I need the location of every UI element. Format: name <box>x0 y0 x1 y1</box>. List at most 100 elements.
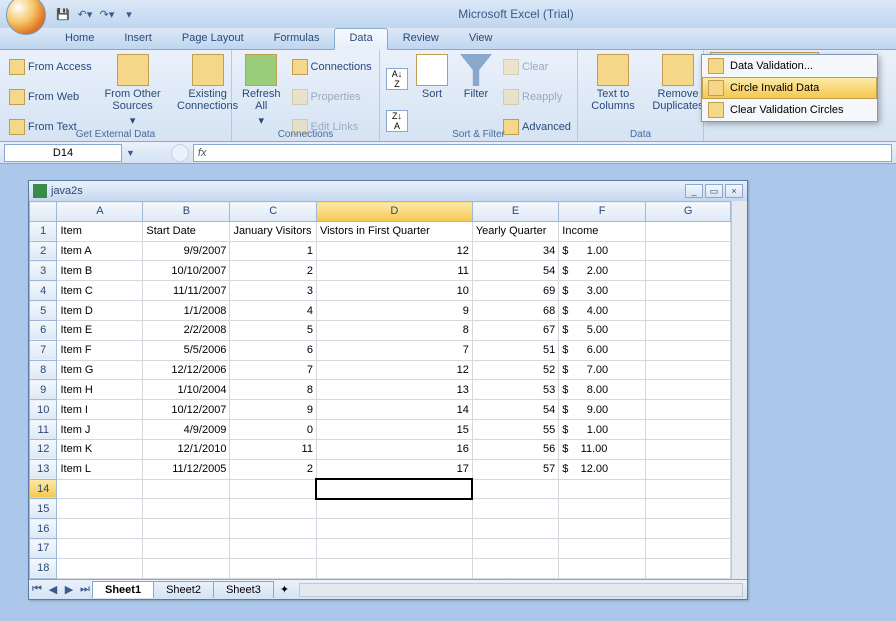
cell-F10[interactable]: $ 9.00 <box>559 400 646 420</box>
name-box-dropdown-icon[interactable]: ▼ <box>126 148 135 158</box>
close-button[interactable]: × <box>725 184 743 198</box>
connections-button[interactable]: Connections <box>289 58 375 76</box>
sheet-tab-2[interactable]: Sheet2 <box>153 581 214 598</box>
cell-F17[interactable] <box>559 539 646 559</box>
cell-D17[interactable] <box>316 539 472 559</box>
cell-B10[interactable]: 10/12/2007 <box>143 400 230 420</box>
minimize-button[interactable]: _ <box>685 184 703 198</box>
cell-C8[interactable]: 7 <box>230 360 317 380</box>
cell-D12[interactable]: 16 <box>316 439 472 459</box>
cell-B15[interactable] <box>143 499 230 519</box>
cell-G4[interactable] <box>646 281 731 301</box>
cell-A16[interactable] <box>57 519 143 539</box>
cell-A7[interactable]: Item F <box>57 340 143 360</box>
cell-G17[interactable] <box>646 539 731 559</box>
cell-B7[interactable]: 5/5/2006 <box>143 340 230 360</box>
cell-G6[interactable] <box>646 320 731 340</box>
cell-G11[interactable] <box>646 420 731 440</box>
cell-B17[interactable] <box>143 539 230 559</box>
refresh-all-button[interactable]: Refresh All▾ <box>238 52 285 141</box>
cell-E1[interactable]: Yearly Quarter <box>472 221 558 241</box>
cell-D9[interactable]: 13 <box>316 380 472 400</box>
cell-G14[interactable] <box>646 479 731 499</box>
cell-D2[interactable]: 12 <box>316 241 472 261</box>
cell-E9[interactable]: 53 <box>472 380 558 400</box>
cell-C13[interactable]: 2 <box>230 459 317 479</box>
cell-C6[interactable]: 5 <box>230 320 317 340</box>
cell-G8[interactable] <box>646 360 731 380</box>
col-header-D[interactable]: D <box>316 202 472 222</box>
vertical-scrollbar[interactable] <box>731 201 747 579</box>
row-header-9[interactable]: 9 <box>30 380 57 400</box>
cell-G2[interactable] <box>646 241 731 261</box>
col-header-A[interactable]: A <box>57 202 143 222</box>
cell-A11[interactable]: Item J <box>57 420 143 440</box>
cell-A12[interactable]: Item K <box>57 439 143 459</box>
cell-C9[interactable]: 8 <box>230 380 317 400</box>
row-header-14[interactable]: 14 <box>30 479 57 499</box>
cell-G12[interactable] <box>646 439 731 459</box>
cell-F3[interactable]: $ 2.00 <box>559 261 646 281</box>
cell-F15[interactable] <box>559 499 646 519</box>
row-header-16[interactable]: 16 <box>30 519 57 539</box>
cell-A17[interactable] <box>57 539 143 559</box>
cell-B16[interactable] <box>143 519 230 539</box>
cell-G10[interactable] <box>646 400 731 420</box>
cell-D16[interactable] <box>316 519 472 539</box>
cell-C16[interactable] <box>230 519 317 539</box>
cell-E7[interactable]: 51 <box>472 340 558 360</box>
cell-B4[interactable]: 11/11/2007 <box>143 281 230 301</box>
sheet-tab-1[interactable]: Sheet1 <box>92 581 154 598</box>
cell-B14[interactable] <box>143 479 230 499</box>
select-all-cell[interactable] <box>30 202 57 222</box>
sheet-nav-last[interactable]: ⏭ <box>77 583 93 596</box>
cell-F12[interactable]: $ 11.00 <box>559 439 646 459</box>
properties-button[interactable]: Properties <box>289 88 375 106</box>
cell-D3[interactable]: 11 <box>316 261 472 281</box>
formula-bar[interactable]: fx <box>193 144 892 162</box>
cell-C18[interactable] <box>230 558 317 578</box>
row-header-5[interactable]: 5 <box>30 301 57 321</box>
cell-C4[interactable]: 3 <box>230 281 317 301</box>
name-box[interactable] <box>4 144 122 162</box>
col-header-E[interactable]: E <box>472 202 558 222</box>
cell-D5[interactable]: 9 <box>316 301 472 321</box>
cell-B18[interactable] <box>143 558 230 578</box>
cell-E16[interactable] <box>472 519 558 539</box>
cell-B1[interactable]: Start Date <box>143 221 230 241</box>
cell-A5[interactable]: Item D <box>57 301 143 321</box>
row-header-11[interactable]: 11 <box>30 420 57 440</box>
cell-C17[interactable] <box>230 539 317 559</box>
tab-home[interactable]: Home <box>50 28 109 49</box>
cell-E11[interactable]: 55 <box>472 420 558 440</box>
clear-button[interactable]: Clear <box>500 58 574 76</box>
col-header-G[interactable]: G <box>646 202 731 222</box>
menu-data-validation[interactable]: Data Validation... <box>702 55 877 77</box>
menu-clear-validation-circles[interactable]: Clear Validation Circles <box>702 99 877 121</box>
cell-A10[interactable]: Item I <box>57 400 143 420</box>
horizontal-scrollbar[interactable] <box>299 583 743 597</box>
from-access-button[interactable]: From Access <box>6 58 95 76</box>
col-header-B[interactable]: B <box>143 202 230 222</box>
cell-A14[interactable] <box>57 479 143 499</box>
sheet-nav-next[interactable]: ▶ <box>61 583 77 596</box>
redo-icon[interactable]: ↷▾ <box>98 5 116 23</box>
cell-D6[interactable]: 8 <box>316 320 472 340</box>
insert-sheet-icon[interactable]: ✦ <box>274 583 295 596</box>
cell-D10[interactable]: 14 <box>316 400 472 420</box>
from-other-sources-button[interactable]: From Other Sources▾ <box>99 52 167 141</box>
col-header-C[interactable]: C <box>230 202 317 222</box>
cell-C7[interactable]: 6 <box>230 340 317 360</box>
cell-D15[interactable] <box>316 499 472 519</box>
row-header-2[interactable]: 2 <box>30 241 57 261</box>
cell-D7[interactable]: 7 <box>316 340 472 360</box>
sheet-tab-3[interactable]: Sheet3 <box>213 581 274 598</box>
cell-C11[interactable]: 0 <box>230 420 317 440</box>
cell-F14[interactable] <box>559 479 646 499</box>
cell-F8[interactable]: $ 7.00 <box>559 360 646 380</box>
cell-F9[interactable]: $ 8.00 <box>559 380 646 400</box>
cell-G1[interactable] <box>646 221 731 241</box>
cell-A13[interactable]: Item L <box>57 459 143 479</box>
cell-C1[interactable]: January Visitors <box>230 221 317 241</box>
row-header-12[interactable]: 12 <box>30 439 57 459</box>
